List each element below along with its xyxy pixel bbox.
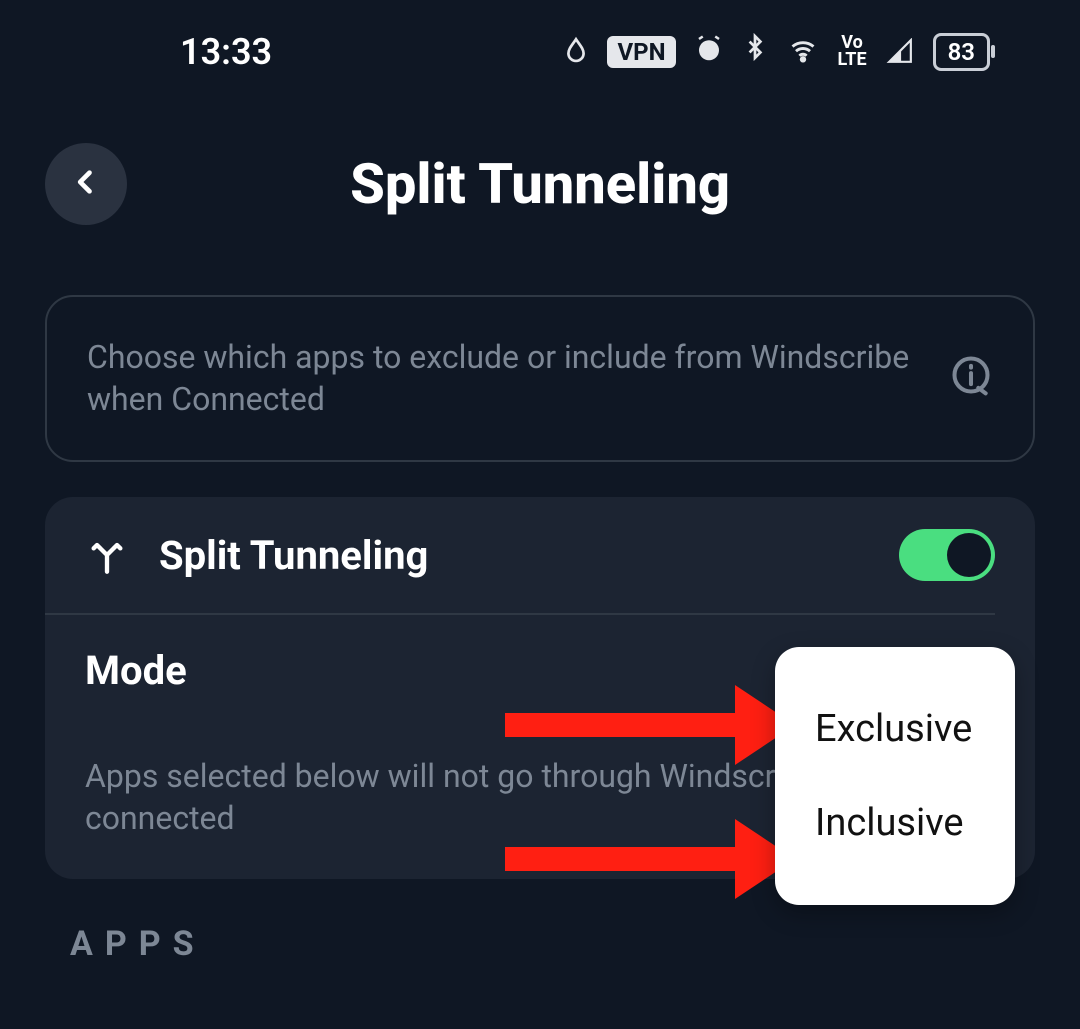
status-time: 13:33 — [180, 31, 272, 73]
battery-indicator: 83 — [933, 33, 990, 71]
vpn-badge: VPN — [607, 36, 675, 68]
split-icon — [85, 535, 129, 575]
chevron-left-icon — [72, 164, 100, 204]
annotation-arrow-inclusive — [505, 819, 795, 899]
signal-icon — [885, 31, 915, 73]
status-icons: VPN Vo LTE 83 — [563, 30, 990, 73]
page-title: Split Tunneling — [350, 151, 730, 217]
annotation-arrow-exclusive — [505, 685, 795, 765]
info-link-icon[interactable] — [949, 353, 993, 405]
mode-option-exclusive[interactable]: Exclusive — [775, 682, 1015, 776]
info-card: Choose which apps to exclude or include … — [45, 295, 1035, 462]
mode-option-inclusive[interactable]: Inclusive — [775, 776, 1015, 870]
split-tunneling-toggle[interactable] — [899, 529, 995, 581]
info-text: Choose which apps to exclude or include … — [87, 337, 919, 420]
water-drop-icon — [563, 31, 589, 73]
toggle-knob — [947, 533, 991, 577]
settings-card: Split Tunneling Mode Apps selected below… — [45, 497, 1035, 879]
volte-indicator: Vo LTE — [838, 35, 867, 67]
wifi-icon — [786, 31, 820, 73]
back-button[interactable] — [45, 143, 127, 225]
page-header: Split Tunneling — [0, 103, 1080, 265]
split-tunneling-toggle-row: Split Tunneling — [45, 497, 1035, 613]
alarm-icon — [694, 31, 724, 73]
mode-dropdown: Exclusive Inclusive — [775, 647, 1015, 905]
status-bar: 13:33 VPN Vo LTE 83 — [0, 0, 1080, 103]
bluetooth-icon — [742, 30, 768, 73]
split-tunneling-label: Split Tunneling — [159, 532, 869, 579]
